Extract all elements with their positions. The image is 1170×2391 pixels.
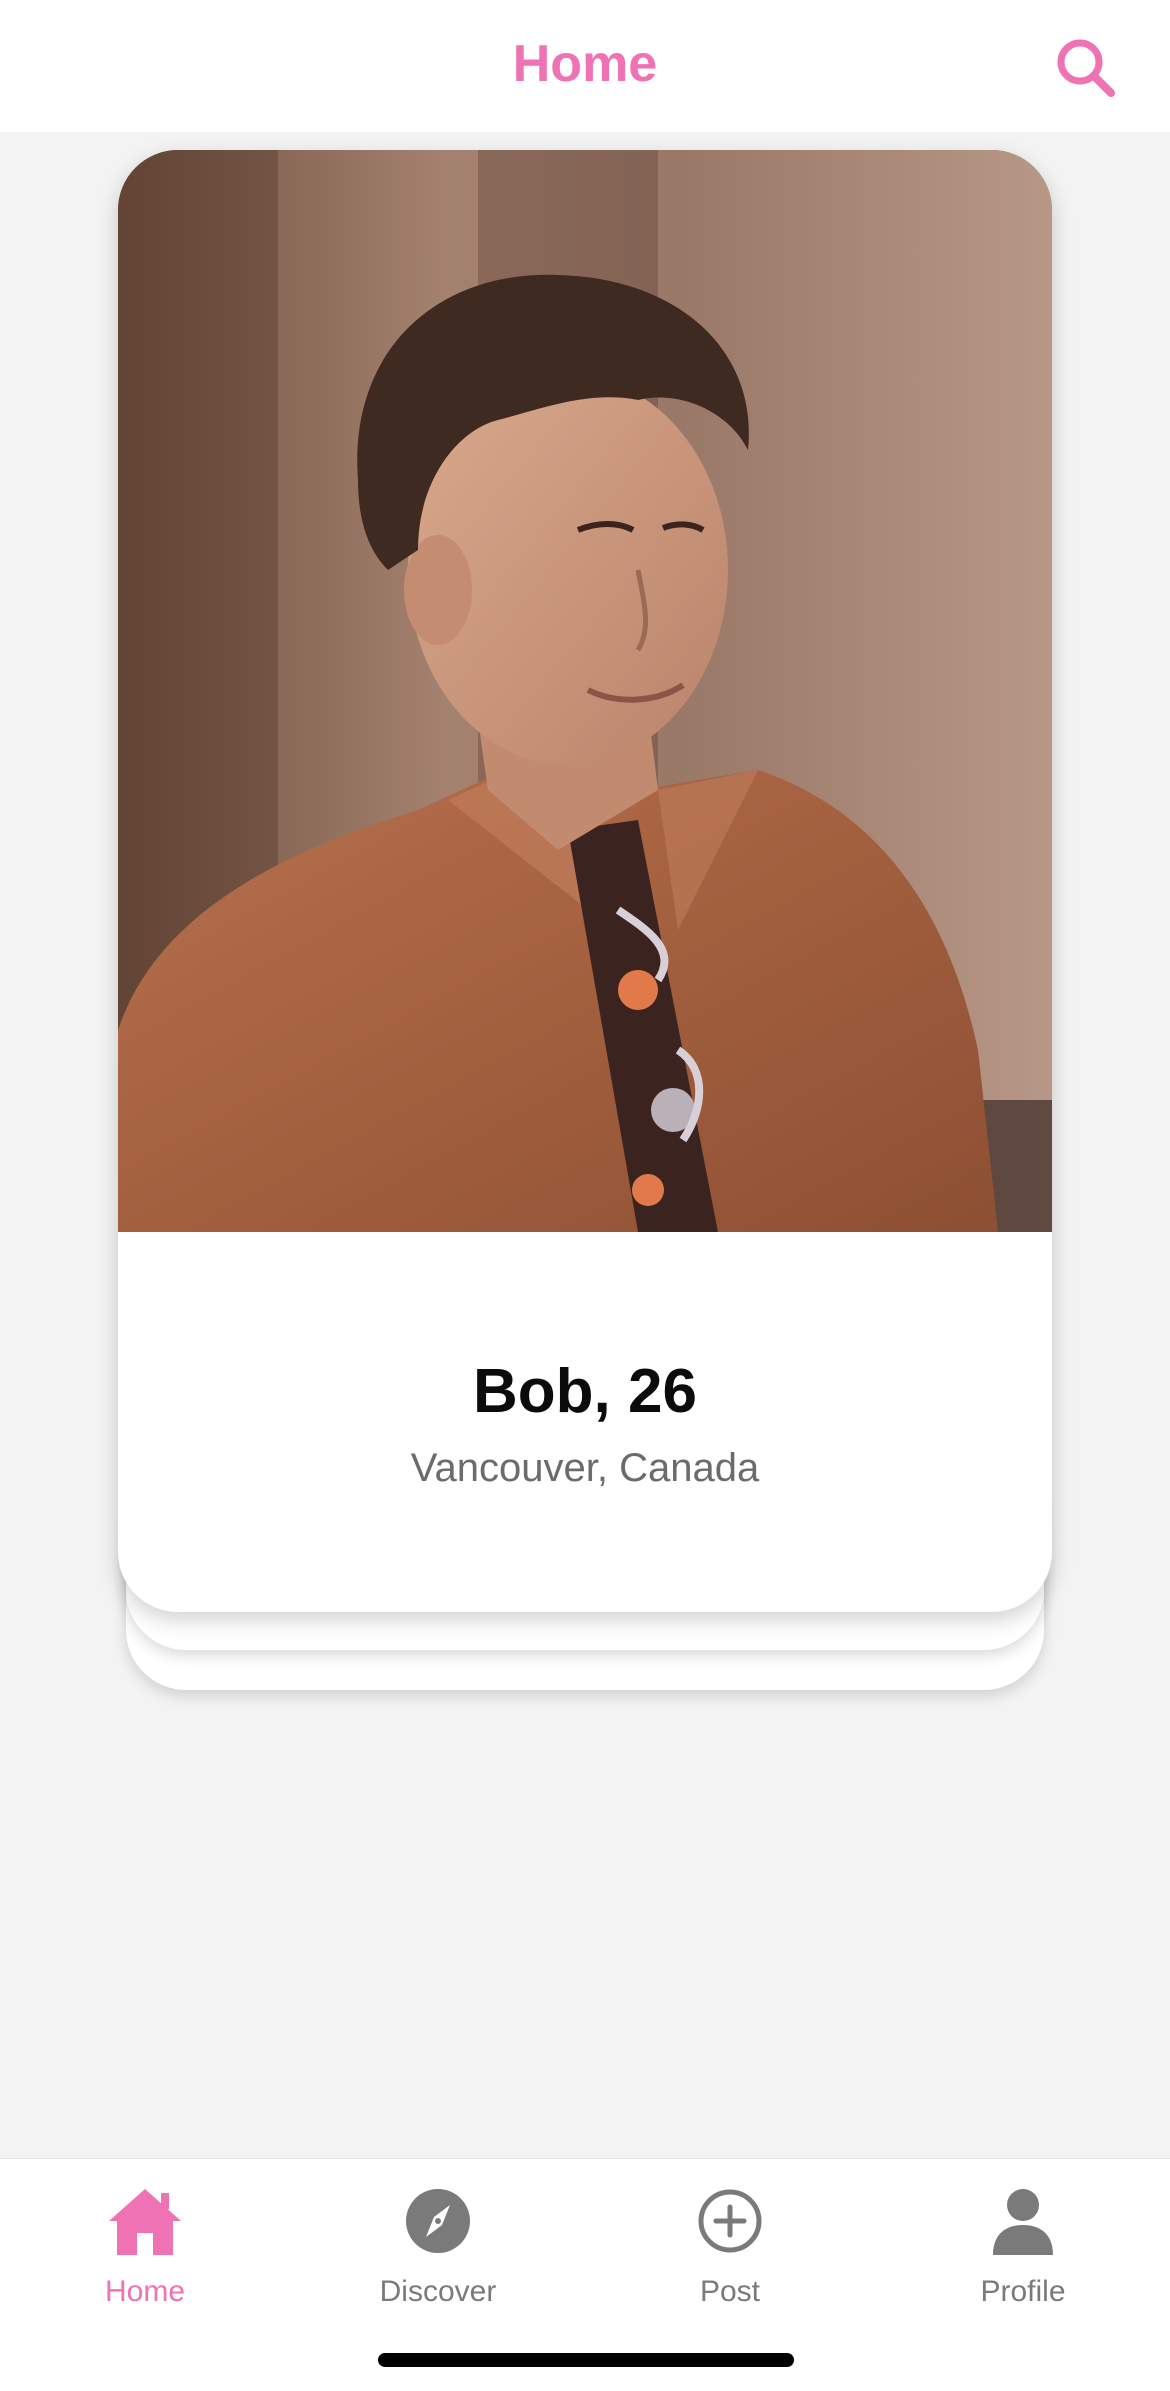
home-indicator[interactable] xyxy=(378,2353,794,2367)
tab-profile[interactable]: Profile xyxy=(923,2183,1123,2333)
tab-discover-label: Discover xyxy=(379,2275,497,2308)
compass-icon xyxy=(406,2189,470,2253)
profile-card[interactable]: Bob, 26 Vancouver, Canada xyxy=(118,150,1052,1612)
home-icon xyxy=(109,2189,181,2255)
profile-name-age: Bob, 26 xyxy=(473,1357,697,1426)
tab-post-label: Post xyxy=(699,2275,761,2308)
person-icon xyxy=(993,2189,1053,2255)
tab-discover[interactable]: Discover xyxy=(338,2183,538,2333)
profile-location: Vancouver, Canada xyxy=(410,1446,760,1490)
profile-photo xyxy=(118,150,1052,1232)
app-screen: Home Bob, 26 Vancouver, Canada Home Disc… xyxy=(0,0,1170,2391)
plus-circle-icon xyxy=(698,2189,762,2253)
tab-home[interactable]: Home xyxy=(45,2183,245,2333)
tab-post[interactable]: Post xyxy=(630,2183,830,2333)
tab-home-label: Home xyxy=(104,2275,186,2308)
card-stack: Bob, 26 Vancouver, Canada xyxy=(0,0,1170,1700)
tab-profile-label: Profile xyxy=(980,2275,1066,2308)
